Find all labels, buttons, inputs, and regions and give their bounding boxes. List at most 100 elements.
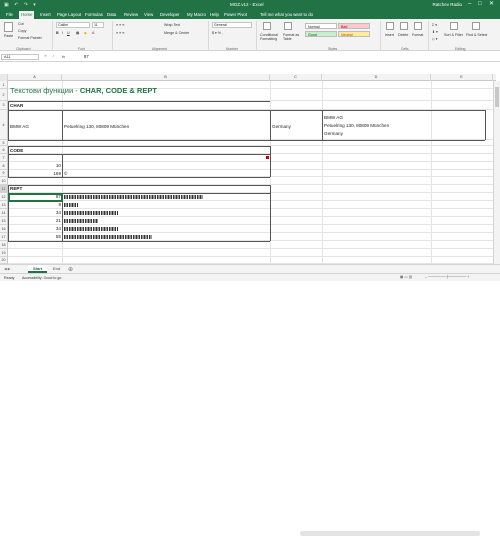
row-header[interactable]: 19 bbox=[0, 249, 8, 257]
quick-access-toolbar[interactable]: ▣ ↶ ↷ ▾ bbox=[4, 2, 38, 8]
copy-button[interactable]: Copy bbox=[18, 29, 26, 33]
row-header[interactable]: 18 bbox=[0, 241, 8, 249]
sort-filter-icon[interactable] bbox=[450, 22, 458, 30]
cancel-icon[interactable]: ✕ bbox=[44, 54, 47, 58]
maximize-icon[interactable]: □ bbox=[478, 1, 482, 8]
font-color-icon[interactable]: A bbox=[92, 31, 94, 35]
row-header[interactable]: 17 bbox=[0, 233, 8, 241]
row-header[interactable]: 16 bbox=[0, 225, 8, 233]
style-bad[interactable]: Bad bbox=[338, 23, 370, 29]
tab-formulas[interactable]: Formulas bbox=[83, 11, 105, 19]
autosum-icon[interactable]: Σ ▾ bbox=[432, 23, 437, 27]
tab-power-pivot[interactable]: Power Pivot bbox=[222, 11, 249, 19]
tab-data[interactable]: Data bbox=[105, 11, 118, 19]
tab-developer[interactable]: Developer bbox=[158, 11, 182, 19]
tab-home[interactable]: Home bbox=[19, 11, 35, 19]
select-all-corner[interactable] bbox=[0, 74, 8, 81]
accessibility-status[interactable]: Accessibility: Good to go bbox=[22, 276, 61, 280]
conditional-formatting-icon[interactable] bbox=[263, 22, 271, 30]
find-select-button[interactable]: Find & Select bbox=[466, 33, 488, 37]
zoom-slider[interactable]: – ───────┼─────── + bbox=[425, 275, 469, 279]
vertical-scroll-thumb[interactable] bbox=[495, 87, 499, 107]
bold-button[interactable]: B bbox=[56, 31, 59, 35]
tab-view[interactable]: View bbox=[142, 11, 155, 19]
column-header-c[interactable]: C bbox=[270, 74, 322, 81]
format-as-table-icon[interactable] bbox=[284, 22, 292, 30]
name-box[interactable]: A11 bbox=[1, 54, 39, 60]
format-cells-icon[interactable] bbox=[414, 22, 422, 30]
conditional-formatting-button[interactable]: Conditional Formatting bbox=[260, 33, 282, 41]
format-as-table-button[interactable]: Format as Table bbox=[283, 33, 303, 41]
tab-help[interactable]: Help bbox=[208, 11, 221, 19]
paste-button[interactable]: Paste bbox=[4, 34, 13, 38]
row-header[interactable]: 9 bbox=[0, 170, 8, 177]
row-header[interactable]: 11 bbox=[0, 185, 8, 193]
fill-color-icon[interactable]: ◆ bbox=[84, 31, 87, 35]
separator bbox=[112, 21, 113, 51]
insert-function-button[interactable]: fx bbox=[62, 54, 65, 59]
find-select-icon[interactable] bbox=[472, 22, 480, 30]
close-icon[interactable]: ✕ bbox=[489, 1, 494, 8]
tab-review[interactable]: Review bbox=[122, 11, 140, 19]
enter-icon[interactable]: ✓ bbox=[52, 54, 55, 58]
row-header[interactable]: 2 bbox=[0, 89, 8, 101]
tab-insert[interactable]: Insert bbox=[38, 11, 53, 19]
delete-button[interactable]: Delete bbox=[398, 33, 408, 37]
fill-icon[interactable]: ⬇ ▾ bbox=[432, 30, 438, 34]
tell-me-search[interactable]: Tell me what you want to do bbox=[258, 11, 315, 19]
row-header[interactable]: 20 bbox=[0, 257, 8, 264]
user-name[interactable]: Ratchev Radio bbox=[432, 2, 462, 7]
row-header[interactable]: 1 bbox=[0, 81, 8, 89]
row-header[interactable]: 6 bbox=[0, 146, 8, 154]
column-header-e[interactable]: E bbox=[431, 74, 493, 81]
underline-button[interactable]: U bbox=[67, 31, 70, 35]
sheet-prev-icon[interactable]: ◀ ▶ bbox=[4, 267, 11, 271]
vertical-scrollbar[interactable] bbox=[493, 81, 500, 264]
row-header[interactable]: 10 bbox=[0, 177, 8, 185]
style-good[interactable]: Good bbox=[305, 31, 337, 37]
row-header[interactable]: 4 bbox=[0, 110, 8, 140]
merge-center-button[interactable]: Merge & Center bbox=[164, 31, 189, 35]
paste-icon[interactable] bbox=[4, 22, 13, 32]
align-left-icon[interactable]: ≡ ≡ ≡ bbox=[116, 31, 124, 35]
style-neutral[interactable]: Neutral bbox=[338, 31, 370, 37]
font-name-select[interactable]: Calibri bbox=[56, 22, 90, 28]
row-header[interactable]: 8 bbox=[0, 162, 8, 170]
horizontal-scrollbar[interactable] bbox=[300, 531, 480, 536]
normal-view-icon[interactable]: ▦ ▭ ▥ bbox=[400, 275, 412, 279]
format-painter-button[interactable]: Format Painter bbox=[18, 36, 42, 40]
active-cell-selection[interactable] bbox=[8, 193, 63, 202]
sheet-tab-start[interactable]: Start bbox=[28, 265, 48, 273]
row-header[interactable]: 15 bbox=[0, 217, 8, 225]
row-header[interactable]: 7 bbox=[0, 154, 8, 162]
sheet-tab-end[interactable]: End bbox=[48, 265, 65, 273]
font-size-select[interactable]: 11 bbox=[92, 22, 104, 28]
column-header-a[interactable]: A bbox=[8, 74, 62, 81]
number-format-select[interactable]: General bbox=[212, 22, 252, 28]
row-header[interactable]: 3 bbox=[0, 101, 8, 110]
delete-cells-icon[interactable] bbox=[400, 22, 408, 30]
style-normal[interactable]: Normal bbox=[305, 23, 337, 29]
add-sheet-icon[interactable]: ⊕ bbox=[68, 266, 73, 273]
column-header-d[interactable]: D bbox=[322, 74, 431, 81]
minimize-icon[interactable]: – bbox=[468, 1, 471, 8]
tab-page-layout[interactable]: Page Layout bbox=[55, 11, 83, 19]
formula-input[interactable]: 87 bbox=[84, 54, 89, 59]
align-top-icon[interactable]: ≡ ≡ ≡ bbox=[116, 23, 124, 27]
clear-icon[interactable]: ◇ ▾ bbox=[432, 37, 438, 41]
row-header[interactable]: 14 bbox=[0, 209, 8, 217]
insert-button[interactable]: Insert bbox=[385, 33, 394, 37]
cut-button[interactable]: Cut bbox=[18, 22, 24, 26]
wrap-text-button[interactable]: Wrap Text bbox=[164, 23, 180, 27]
sort-filter-button[interactable]: Sort & Filter bbox=[444, 33, 464, 37]
borders-icon[interactable]: ▦ bbox=[76, 31, 79, 35]
currency-icon[interactable]: $ ▾ % , bbox=[212, 31, 223, 35]
column-header-b[interactable]: B bbox=[62, 74, 270, 81]
tab-my-macro[interactable]: My Macro bbox=[185, 11, 208, 19]
row-header[interactable]: 13 bbox=[0, 201, 8, 209]
italic-button[interactable]: I bbox=[62, 31, 63, 35]
row-header[interactable]: 12 bbox=[0, 193, 8, 201]
insert-cells-icon[interactable] bbox=[386, 22, 394, 30]
tab-file[interactable]: File bbox=[4, 11, 15, 19]
format-button[interactable]: Format bbox=[412, 33, 423, 37]
